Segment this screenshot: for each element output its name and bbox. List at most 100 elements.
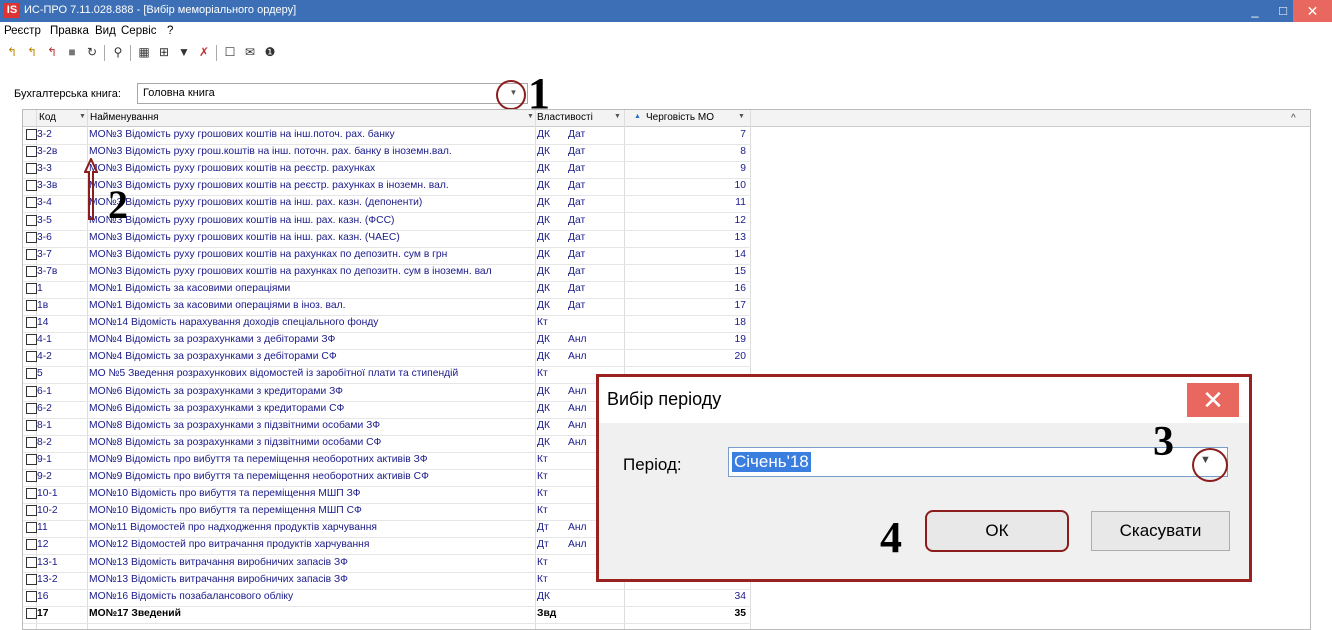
- row-checkbox[interactable]: [26, 419, 37, 431]
- row-prop-2: Анл: [568, 539, 587, 551]
- row-checkbox[interactable]: [26, 573, 37, 585]
- row-name: МО№4 Відомість за розрахунками з дебітор…: [89, 334, 336, 346]
- row-checkbox[interactable]: [26, 402, 37, 414]
- table-row[interactable]: 3-7 МО№3 Відомість руху грошових коштів н…: [23, 247, 751, 265]
- new-doc-icon[interactable]: ↰: [4, 44, 20, 60]
- close-window-button[interactable]: ✕: [1293, 0, 1332, 22]
- filter-icon[interactable]: ▼: [176, 44, 192, 60]
- sort-icon[interactable]: ▼: [738, 113, 745, 120]
- row-checkbox[interactable]: [26, 539, 37, 551]
- row-checkbox[interactable]: [26, 317, 37, 329]
- row-checkbox[interactable]: [26, 214, 37, 226]
- row-order: 17: [734, 300, 746, 311]
- menu-edit[interactable]: Правка: [50, 25, 89, 37]
- row-name: МО№6 Відомість за розрахунками з кредито…: [89, 402, 345, 414]
- menu-help[interactable]: ?: [167, 25, 173, 37]
- refresh-icon[interactable]: ↻: [84, 44, 100, 60]
- table-row[interactable]: 3-2 МО№3 Відомість руху грошових коштів н…: [23, 127, 751, 145]
- row-prop-2: Анл: [568, 522, 587, 534]
- table-row[interactable]: 17 МО№17 Зведений Звд 35: [23, 606, 751, 624]
- row-checkbox[interactable]: [26, 163, 37, 175]
- row-checkbox[interactable]: [26, 282, 37, 294]
- row-checkbox[interactable]: [26, 180, 37, 192]
- form-icon[interactable]: ☐: [222, 44, 238, 60]
- new-delete-icon[interactable]: ↰: [44, 44, 60, 60]
- table-icon[interactable]: ▦: [136, 44, 152, 60]
- dialog-close-button[interactable]: ✕: [1187, 383, 1239, 417]
- row-code: 8-2: [37, 436, 52, 448]
- row-prop-1: Дт: [537, 539, 549, 551]
- row-code: 4-1: [37, 334, 52, 346]
- row-checkbox[interactable]: [26, 300, 37, 311]
- row-prop-1: Кт: [537, 573, 548, 585]
- row-checkbox[interactable]: [26, 231, 37, 243]
- row-checkbox[interactable]: [26, 522, 37, 534]
- sort-icon[interactable]: ▼: [79, 113, 86, 120]
- table-row[interactable]: 1 МО№1 Відомість за касовими операціями ДК…: [23, 281, 751, 299]
- menu-registry[interactable]: Реєстр: [4, 25, 41, 37]
- row-checkbox[interactable]: [26, 334, 37, 346]
- row-checkbox[interactable]: [26, 607, 37, 619]
- search-icon[interactable]: ⚲: [110, 44, 126, 60]
- table-row[interactable]: 4-2 МО№4 Відомість за розрахунками з дебі…: [23, 349, 751, 368]
- row-name: МО№8 Відомість за розрахунками з підзвіт…: [89, 419, 381, 431]
- mail-icon[interactable]: ✉: [242, 44, 258, 60]
- sort-icon[interactable]: ▼: [614, 113, 621, 120]
- table-row[interactable]: 4-1 МО№4 Відомість за розрахунками з дебі…: [23, 332, 751, 351]
- row-checkbox[interactable]: [26, 146, 37, 158]
- row-checkbox[interactable]: [26, 505, 37, 517]
- row-checkbox[interactable]: [26, 197, 37, 209]
- row-checkbox[interactable]: [26, 385, 37, 397]
- row-checkbox[interactable]: [26, 453, 37, 465]
- header-name[interactable]: Найменування: [90, 112, 159, 123]
- row-name: МО№16 Відомість позабалансового обліку: [89, 590, 294, 602]
- menu-view[interactable]: Вид: [95, 25, 116, 37]
- cancel-button[interactable]: Скасувати: [1091, 511, 1230, 551]
- table-row[interactable]: 16 МО№16 Відомість позабалансового обліку…: [23, 589, 751, 607]
- annotation-circle-1: [496, 80, 526, 110]
- menu-service[interactable]: Сервіс: [121, 25, 157, 37]
- row-checkbox[interactable]: [26, 556, 37, 568]
- menu-bar: Реєстр Правка Вид Сервіс ?: [0, 22, 1332, 41]
- dialog-body: Період: Січень'18 ▼ ОК Скасувати: [599, 423, 1249, 579]
- row-checkbox[interactable]: [26, 471, 37, 482]
- header-props[interactable]: Властивості: [537, 112, 593, 123]
- new-copy-icon[interactable]: ↰: [24, 44, 40, 60]
- book-select[interactable]: Головна книга ▼: [137, 83, 528, 104]
- table-row[interactable]: 3-2в МО№3 Відомість руху грош.коштів на і…: [23, 144, 751, 163]
- row-code: 10-1: [37, 488, 58, 500]
- row-checkbox[interactable]: [26, 488, 37, 500]
- table-row[interactable]: 1в МО№1 Відомість за касовими операціями …: [23, 298, 751, 316]
- row-checkbox[interactable]: [26, 590, 37, 602]
- row-prop-2: Дат: [568, 197, 586, 209]
- ok-button[interactable]: ОК: [925, 510, 1069, 552]
- table-row[interactable]: 3-7в МО№3 Відомість руху грошових коштів …: [23, 264, 751, 282]
- row-name: МО№13 Відомість витрачання виробничих за…: [89, 556, 348, 568]
- table-row[interactable]: 3-4 МО№3 Відомість руху грошових коштів н…: [23, 195, 751, 214]
- sort-icon[interactable]: ▼: [527, 113, 534, 120]
- table-row[interactable]: 3-6 МО№3 Відомість руху грошових коштів н…: [23, 230, 751, 248]
- app-logo-icon: IS: [4, 3, 20, 18]
- doc-icon[interactable]: ■: [64, 44, 80, 60]
- row-checkbox[interactable]: [26, 129, 37, 140]
- chevron-down-icon[interactable]: ▼: [1200, 454, 1211, 466]
- row-checkbox[interactable]: [26, 248, 37, 260]
- table-row[interactable]: 3-3 МО№3 Відомість руху грошових коштів н…: [23, 161, 751, 180]
- header-order[interactable]: Черговість МО: [646, 112, 714, 123]
- row-checkbox[interactable]: [26, 436, 37, 448]
- table-row[interactable]: 3-3в МО№3 Відомість руху грошових коштів …: [23, 178, 751, 197]
- table-row[interactable]: 3-5 МО№3 Відомість руху грошових коштів н…: [23, 213, 751, 231]
- table-row[interactable]: 14 МО№14 Відомість нарахування доходів сп…: [23, 315, 751, 334]
- tree-icon[interactable]: ⊞: [156, 44, 172, 60]
- row-checkbox[interactable]: [26, 368, 37, 380]
- row-checkbox[interactable]: [26, 265, 37, 277]
- row-checkbox[interactable]: [26, 351, 37, 363]
- help-icon[interactable]: ❶: [262, 44, 278, 60]
- row-code: 10-2: [37, 505, 58, 517]
- header-code[interactable]: Код: [39, 112, 56, 123]
- row-prop-1: ДК: [537, 129, 550, 140]
- scroll-up-icon[interactable]: ^: [1291, 113, 1296, 124]
- clear-filter-icon[interactable]: ✗: [196, 44, 212, 60]
- row-name: МО№9 Відомість про вибуття та переміщенн…: [89, 471, 429, 482]
- row-prop-1: Кт: [537, 368, 548, 380]
